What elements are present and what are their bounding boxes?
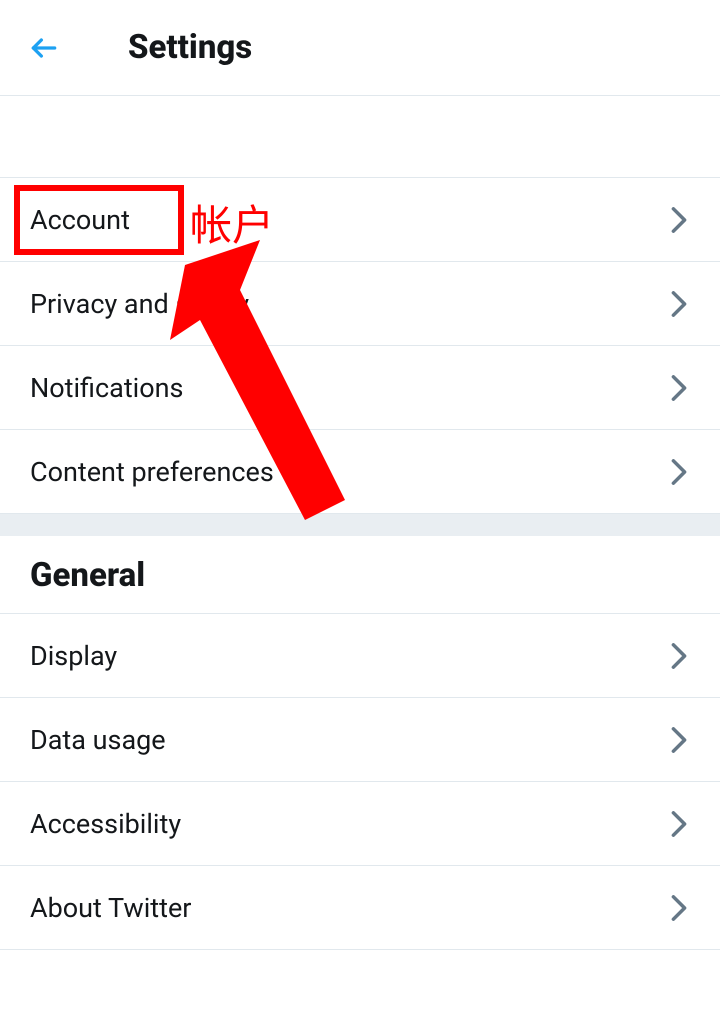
settings-item-notifications[interactable]: Notifications — [0, 346, 720, 430]
settings-item-label: About Twitter — [30, 892, 191, 924]
settings-item-account[interactable]: Account — [0, 178, 720, 262]
settings-item-privacy[interactable]: Privacy and safety — [0, 262, 720, 346]
settings-item-about-twitter[interactable]: About Twitter — [0, 866, 720, 950]
section-divider — [0, 514, 720, 536]
chevron-right-icon — [668, 813, 690, 835]
settings-item-label: Privacy and safety — [30, 288, 249, 320]
chevron-right-icon — [668, 645, 690, 667]
header-bar: Settings — [0, 0, 720, 96]
top-spacer — [0, 96, 720, 178]
settings-item-label: Content preferences — [30, 456, 274, 488]
section-header-label: General — [30, 556, 145, 595]
settings-item-label: Account — [30, 204, 130, 236]
chevron-right-icon — [668, 897, 690, 919]
settings-item-label: Notifications — [30, 372, 183, 404]
chevron-right-icon — [668, 729, 690, 751]
settings-item-label: Data usage — [30, 724, 166, 756]
settings-item-label: Display — [30, 640, 117, 672]
back-arrow-icon — [28, 32, 60, 64]
section-header-general: General — [0, 536, 720, 614]
settings-item-accessibility[interactable]: Accessibility — [0, 782, 720, 866]
chevron-right-icon — [668, 293, 690, 315]
chevron-right-icon — [668, 209, 690, 231]
back-button[interactable] — [20, 24, 68, 72]
chevron-right-icon — [668, 377, 690, 399]
settings-item-content-preferences[interactable]: Content preferences — [0, 430, 720, 514]
settings-item-display[interactable]: Display — [0, 614, 720, 698]
chevron-right-icon — [668, 461, 690, 483]
settings-item-data-usage[interactable]: Data usage — [0, 698, 720, 782]
settings-item-label: Accessibility — [30, 808, 181, 840]
page-title: Settings — [128, 28, 252, 67]
